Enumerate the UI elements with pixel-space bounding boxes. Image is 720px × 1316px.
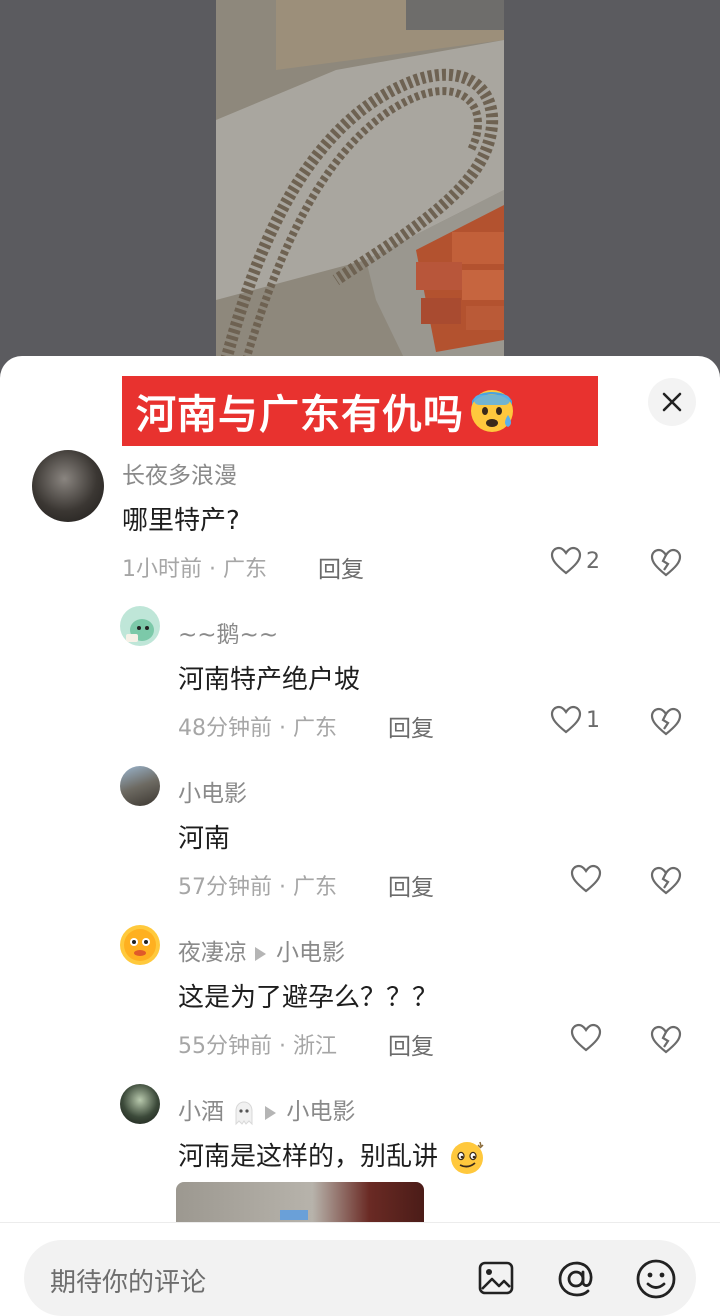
reply-button[interactable]: 回复 <box>388 1027 434 1061</box>
comment-time-location: 57分钟前 · 广东 <box>178 875 337 900</box>
avatar-illustration <box>124 929 156 961</box>
comment-time-location: 55分钟前 · 浙江 <box>178 1034 337 1059</box>
reply-arrow-icon <box>265 1105 277 1120</box>
heart-icon <box>550 705 582 734</box>
like-button[interactable]: 2 <box>550 546 600 576</box>
reply-button[interactable]: 回复 <box>388 709 434 743</box>
comment-username: 小酒 小电影 <box>178 1092 355 1126</box>
comment-username[interactable]: ~~鹅~~ <box>178 615 278 649</box>
avatar[interactable] <box>120 766 160 806</box>
close-icon <box>662 392 682 412</box>
like-button[interactable] <box>570 1023 602 1053</box>
question-banner: 河南与广东有仇吗 <box>122 376 598 446</box>
comment-text: 哪里特产? <box>122 506 240 536</box>
smirk-face-icon <box>451 1141 484 1174</box>
heart-icon <box>570 864 602 893</box>
reply-target-username[interactable]: 小电影 <box>286 1099 355 1125</box>
image-detail <box>280 1210 308 1220</box>
avatar[interactable] <box>32 450 104 522</box>
close-button[interactable] <box>648 378 696 426</box>
heart-icon <box>570 1023 602 1052</box>
avatar[interactable] <box>120 606 160 646</box>
comment-time-location: 1小时前 · 广东 <box>122 557 267 582</box>
avatar[interactable] <box>120 1084 160 1124</box>
at-icon[interactable] <box>555 1258 597 1300</box>
comment-text: 河南特产绝户坡 <box>178 665 361 695</box>
video-scene <box>216 0 504 362</box>
like-button[interactable]: 1 <box>550 705 600 735</box>
avatar[interactable] <box>120 925 160 965</box>
video-frame[interactable] <box>216 0 504 362</box>
comment-username[interactable]: 小电影 <box>178 774 247 808</box>
emoji-icon[interactable] <box>634 1257 678 1301</box>
reply-target-username[interactable]: 小电影 <box>276 940 345 966</box>
comment-text: 河南是这样的，别乱讲 <box>178 1136 486 1177</box>
comment-username[interactable]: 长夜多浪漫 <box>122 456 237 490</box>
like-count: 2 <box>586 548 600 574</box>
comment-username-text[interactable]: 夜凄凉 <box>178 940 247 966</box>
banner-text: 河南与广东有仇吗 <box>136 392 464 438</box>
reply-arrow-icon <box>255 946 266 961</box>
image-icon[interactable] <box>476 1258 516 1298</box>
comment-username: 夜凄凉 小电影 <box>178 933 345 967</box>
comment-text: 河南 <box>178 824 231 854</box>
comment-input-placeholder[interactable]: 期待你的评论 <box>50 1262 206 1299</box>
comment-username-text[interactable]: 小酒 <box>178 1099 224 1125</box>
comment-time-location: 48分钟前 · 广东 <box>178 716 337 741</box>
comment-text-content: 河南是这样的，别乱讲 <box>178 1142 439 1172</box>
broken-heart-icon[interactable] <box>650 548 682 578</box>
avatar-illustration <box>126 619 154 642</box>
heart-icon <box>550 546 582 575</box>
like-count: 1 <box>586 707 600 733</box>
like-button[interactable] <box>570 864 602 894</box>
broken-heart-icon[interactable] <box>650 707 682 737</box>
broken-heart-icon[interactable] <box>650 1025 682 1055</box>
reply-button[interactable]: 回复 <box>318 550 364 584</box>
ghost-icon <box>235 1100 253 1125</box>
comment-text: 这是为了避孕么？？？ <box>178 983 439 1013</box>
reply-button[interactable]: 回复 <box>388 868 434 902</box>
broken-heart-icon[interactable] <box>650 866 682 896</box>
anxious-sweat-face-icon <box>471 390 513 432</box>
